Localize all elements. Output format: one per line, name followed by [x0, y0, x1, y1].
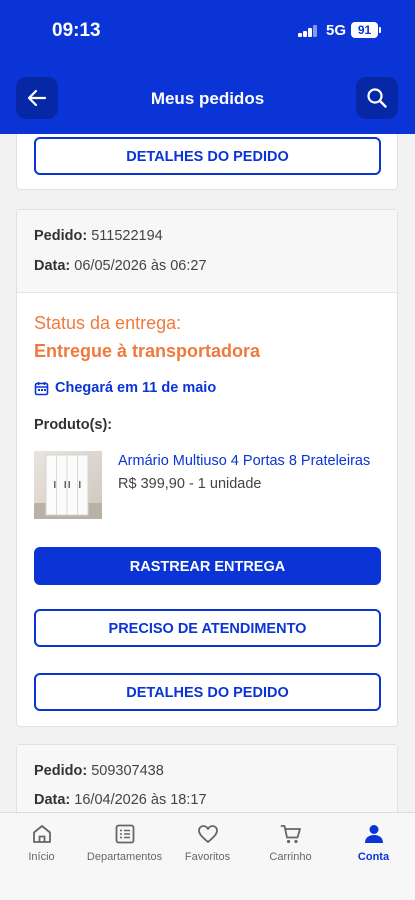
battery-icon: 91: [351, 22, 381, 38]
delivery-status-value: Entregue à transportadora: [34, 341, 261, 361]
order-header: Pedido: 509307438 Data: 16/04/2026 às 18…: [17, 745, 397, 812]
tab-label: Carrinho: [269, 851, 312, 863]
track-delivery-button[interactable]: RASTREAR ENTREGA: [34, 547, 381, 585]
calendar-icon: [34, 381, 49, 395]
status-bar: 09:13 5G 91: [0, 0, 415, 62]
product-name-link[interactable]: Armário Multiuso 4 Portas 8 Prateleiras: [118, 453, 383, 469]
search-icon: [367, 88, 387, 108]
tab-label: Departamentos: [86, 851, 163, 863]
order-header: Pedido: 511522194 Data: 06/05/2026 às 06…: [17, 210, 397, 293]
order-card: Pedido: 511522194 Data: 06/05/2026 às 06…: [16, 209, 398, 727]
order-card: DETALHES DO PEDIDO: [16, 134, 398, 190]
network-label: 5G: [326, 22, 347, 39]
tab-departamentos[interactable]: Departamentos: [83, 823, 166, 863]
order-details-button[interactable]: DETALHES DO PEDIDO: [34, 673, 381, 711]
page-title: Meus pedidos: [150, 89, 265, 108]
departments-icon: [115, 824, 134, 844]
tab-favoritos[interactable]: Favoritos: [166, 823, 249, 863]
order-number-row: Pedido: 509307438: [34, 763, 164, 779]
status-time: 09:13: [52, 20, 101, 41]
products-label: Produto(s):: [34, 417, 113, 433]
order-date-label: Data:: [34, 258, 71, 274]
tab-carrinho[interactable]: Carrinho: [249, 823, 332, 863]
delivery-status-label: Status da entrega:: [34, 313, 182, 333]
order-number: 511522194: [91, 228, 163, 244]
cart-icon: [280, 825, 301, 844]
order-date-label: Data:: [34, 792, 71, 808]
order-date-row: Data: 16/04/2026 às 18:17: [34, 792, 207, 808]
signal-icon: [298, 25, 318, 37]
product-price: R$ 399,90 - 1 unidade: [118, 476, 262, 492]
tab-conta[interactable]: Conta: [332, 823, 415, 863]
order-date: 16/04/2026 às 18:17: [74, 792, 207, 808]
arrival-estimate: Chegará em 11 de maio: [34, 380, 216, 396]
bottom-tab-bar: Início Departamentos Favoritos Carrinho …: [0, 812, 415, 900]
tab-inicio[interactable]: Início: [0, 823, 83, 863]
wardrobe-image: [34, 454, 102, 519]
heart-icon: [197, 825, 218, 843]
search-button[interactable]: [356, 77, 398, 119]
order-number-label: Pedido:: [34, 228, 88, 244]
tab-label: Conta: [357, 851, 390, 863]
order-date: 06/05/2026 às 06:27: [74, 258, 207, 274]
app-header: 09:13 5G 91 Meus pedidos: [0, 0, 415, 134]
home-icon: [32, 825, 51, 843]
orders-list[interactable]: DETALHES DO PEDIDO Pedido: 511522194 Dat…: [0, 134, 415, 812]
order-number-row: Pedido: 511522194: [34, 228, 163, 244]
order-body: Status da entrega: Entregue à transporta…: [17, 293, 397, 727]
arrival-text: Chegará em 11 de maio: [55, 380, 217, 396]
order-number-label: Pedido:: [34, 763, 88, 779]
user-icon: [364, 825, 383, 843]
tab-label: Favoritos: [184, 851, 231, 863]
order-date-row: Data: 06/05/2026 às 06:27: [34, 258, 207, 274]
order-number: 509307438: [91, 763, 164, 779]
order-card: Pedido: 509307438 Data: 16/04/2026 às 18…: [16, 744, 398, 812]
tab-label: Início: [28, 851, 55, 863]
product-image[interactable]: [34, 451, 102, 519]
order-details-button[interactable]: DETALHES DO PEDIDO: [34, 137, 381, 175]
support-button[interactable]: PRECISO DE ATENDIMENTO: [34, 609, 381, 647]
